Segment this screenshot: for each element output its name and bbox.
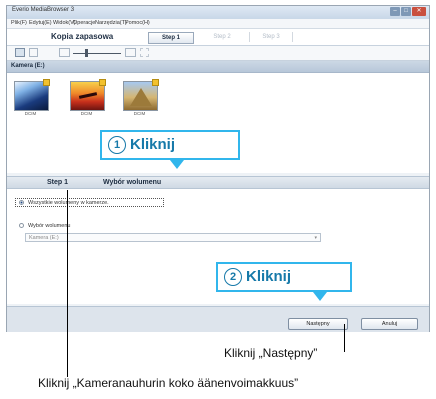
- tab-step-3: Step 3: [249, 32, 293, 42]
- leader-line: [344, 324, 345, 352]
- tab-step-2: Step 2: [213, 34, 231, 40]
- mode-bar: Kopia zapasowa Step 1 Step 2 Step 3: [7, 29, 429, 46]
- thumbnail-size-large-icon[interactable]: [125, 48, 136, 57]
- step-header: Step 1 Wybór wolumenu: [7, 176, 429, 189]
- star-tag-icon: [43, 79, 50, 86]
- minimize-button[interactable]: –: [390, 7, 400, 16]
- view-toolbar: [7, 46, 429, 61]
- volume-dropdown-value: Kamera (E:): [29, 235, 59, 241]
- grid-view-icon[interactable]: [15, 48, 25, 57]
- maximize-button[interactable]: □: [401, 7, 411, 16]
- slider-handle[interactable]: [85, 49, 88, 57]
- menu-help[interactable]: Pomoc(H): [125, 20, 150, 26]
- chevron-down-icon: ▾: [314, 235, 317, 241]
- menu-operations[interactable]: Operacje: [73, 20, 95, 26]
- volume-annotation: Kliknij „Kameranauhurin koko äänenvoimak…: [38, 376, 299, 390]
- radio-select-volume[interactable]: [19, 223, 24, 228]
- footer-bar: Następny Anuluj: [7, 306, 429, 332]
- menu-bar: Plik(F) Edytuj(E) Widok(V) Operacje Narz…: [7, 19, 429, 29]
- step-title: Wybór wolumenu: [103, 179, 162, 186]
- callout-number: 2: [224, 268, 242, 286]
- star-tag-icon: [152, 79, 159, 86]
- thumbnail-caption: DCIM: [24, 111, 37, 116]
- thumbnail-caption: DCIM: [133, 111, 146, 116]
- volume-dropdown[interactable]: Kamera (E:) ▾: [25, 233, 321, 242]
- mode-title: Kopia zapasowa: [51, 32, 114, 41]
- star-tag-icon: [99, 79, 106, 86]
- close-button[interactable]: ✕: [412, 7, 426, 16]
- menu-tools[interactable]: Narzędzia(T): [95, 20, 127, 26]
- callout-text: Kliknij: [130, 136, 176, 153]
- callout-number: 1: [108, 136, 126, 154]
- thumbnail-size-small-icon[interactable]: [59, 48, 70, 57]
- callout-pointer: [313, 292, 327, 301]
- next-annotation: Kliknij „Następny”: [224, 346, 318, 360]
- menu-file[interactable]: Plik(F): [11, 20, 27, 26]
- next-button[interactable]: Następny: [288, 318, 348, 330]
- thumbnail-size-slider[interactable]: [73, 53, 121, 54]
- radio-all-volumes[interactable]: [19, 200, 24, 205]
- callout-pointer: [170, 160, 184, 169]
- option-all-volumes-label[interactable]: Wszystkie wolumeny w kamerze.: [28, 200, 109, 206]
- cancel-button[interactable]: Anuluj: [361, 318, 418, 330]
- step-number: Step 1: [47, 179, 69, 186]
- tab-step-1[interactable]: Step 1: [148, 32, 194, 44]
- camera-header: Kamera (E:): [7, 61, 429, 73]
- callout-click-2: 2 Kliknij: [216, 262, 352, 292]
- leader-line: [67, 190, 68, 377]
- menu-edit[interactable]: Edytuj(E): [29, 20, 52, 26]
- callout-click-1: 1 Kliknij: [100, 130, 240, 160]
- list-view-icon[interactable]: [29, 48, 38, 57]
- option-select-volume-label[interactable]: Wybór wolumenu: [28, 223, 70, 229]
- callout-text: Kliknij: [246, 268, 292, 285]
- window-title: Everio MediaBrowser 3: [12, 7, 75, 13]
- title-bar: Everio MediaBrowser 3 – □ ✕: [7, 6, 429, 19]
- window-controls: – □ ✕: [390, 7, 426, 16]
- camera-label: Kamera (E:): [11, 63, 45, 69]
- thumbnail-caption: DCIM: [80, 111, 93, 116]
- preview-icon: [140, 48, 149, 57]
